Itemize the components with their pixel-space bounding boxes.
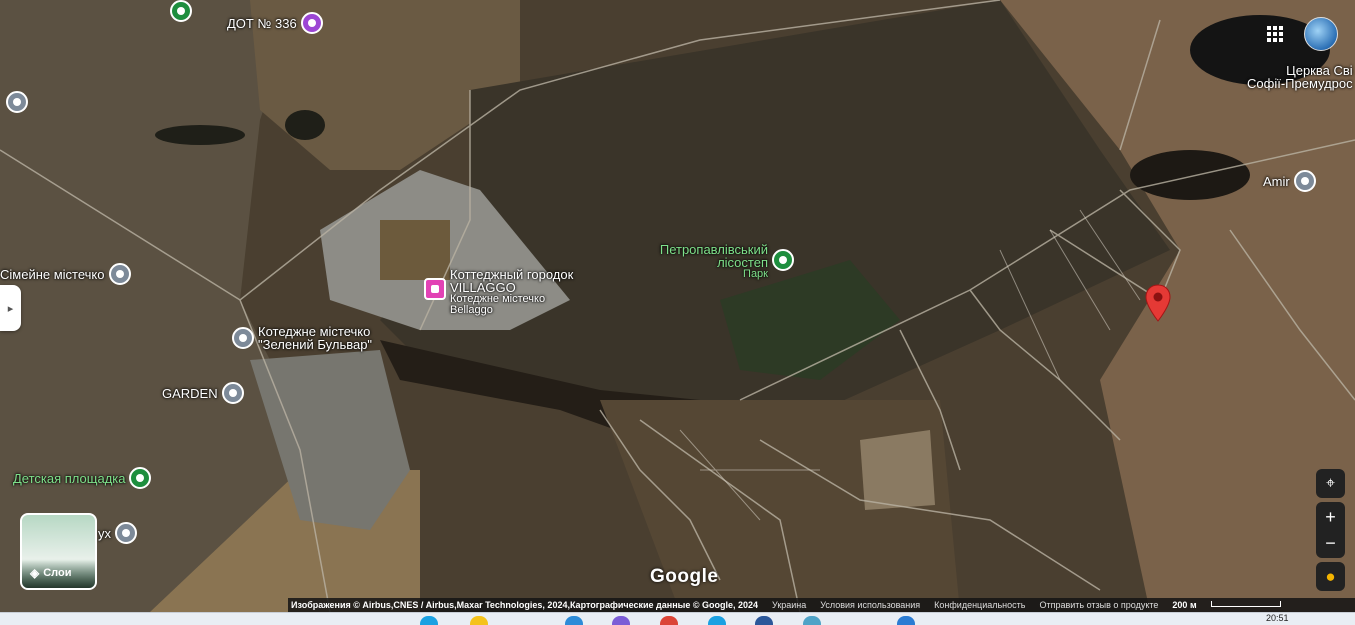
apps-grid-button[interactable] <box>1265 24 1285 44</box>
place-ploshchadka[interactable]: Детская площадка <box>13 467 152 489</box>
tree-icon <box>772 249 794 271</box>
scale-label[interactable]: 200 м <box>1172 598 1196 612</box>
tree-icon <box>129 467 152 489</box>
location-pin-icon <box>221 382 244 404</box>
place-sublabel: Котеджне містечко Bellaggo <box>450 293 546 316</box>
location-pin-icon <box>6 91 28 113</box>
taskbar-clock[interactable]: 20:51 <box>1266 613 1289 624</box>
place-park[interactable]: Петропавлівський лісостеп Парк <box>646 243 794 280</box>
scale-bar <box>1210 601 1281 607</box>
place-label: ух <box>98 525 111 541</box>
layers-icon: ◈ <box>30 566 40 580</box>
zoom-controls: + − <box>1316 502 1345 558</box>
privacy-link[interactable]: Конфиденциальность <box>934 598 1025 612</box>
place-simeyne[interactable]: Сімейне містечко <box>0 263 131 285</box>
location-pin-icon <box>108 263 131 285</box>
castle-icon <box>300 12 323 34</box>
place-sublabel: Софії-Премудрос <box>1247 76 1353 91</box>
place-tserkva[interactable]: Церква Сві Софії-Премудрос <box>1247 64 1353 90</box>
google-logo: Google <box>650 566 719 587</box>
expand-sidebar-button[interactable]: ▸ <box>0 285 21 331</box>
my-location-button[interactable]: ⌖ <box>1316 469 1345 498</box>
layers-label: Слои <box>43 567 72 579</box>
feedback-link[interactable]: Отправить отзыв о продукте <box>1039 598 1158 612</box>
location-pin-icon <box>232 327 254 349</box>
school-icon <box>115 522 137 544</box>
place-label: Сімейне містечко <box>0 266 105 282</box>
location-pin-icon <box>1293 170 1316 192</box>
tserkva-text: Церква Сві Софії-Премудрос <box>1247 64 1353 90</box>
street-view-pegman-button[interactable]: ● <box>1316 562 1345 591</box>
place-garden[interactable]: GARDEN <box>162 382 244 404</box>
account-avatar[interactable] <box>1304 17 1338 51</box>
tree-icon <box>170 0 192 22</box>
crosshair-icon: ⌖ <box>1325 474 1335 492</box>
place-label: ДОТ № 336 <box>227 15 297 31</box>
place-label: Котеджне містечко "Зелений Бульвар" <box>258 324 373 352</box>
zoom-in-button[interactable]: + <box>1325 504 1336 530</box>
terms-link[interactable]: Условия использования <box>820 598 920 612</box>
selected-location-marker[interactable] <box>1145 284 1171 322</box>
place-ukh[interactable]: ух <box>98 522 137 544</box>
place-amir[interactable]: Amir <box>1263 170 1316 192</box>
zoom-out-button[interactable]: − <box>1325 530 1336 556</box>
layers-label-row: ◈ Слои <box>30 566 72 580</box>
place-label: Коттеджный городок VILLAGGO <box>450 267 574 295</box>
chevron-right-icon: ▸ <box>7 302 14 315</box>
villaggo-text: Коттеджный городок VILLAGGO Котеджне міс… <box>450 268 580 316</box>
imagery-credit: Изображения © Airbus,CNES / Airbus,Maxar… <box>291 600 758 610</box>
hotel-icon <box>424 278 446 300</box>
place-label: GARDEN <box>162 385 218 401</box>
satellite-map[interactable]: ДОТ № 336 Коттеджный городок VILLAGGO Ко… <box>0 0 1355 612</box>
place-label: Amir <box>1263 173 1290 189</box>
park-text: Петропавлівський лісостеп Парк <box>646 243 768 280</box>
pegman-icon: ● <box>1325 566 1336 586</box>
grid-icon <box>1267 26 1283 42</box>
layers-button[interactable]: ◈ Слои <box>20 513 97 590</box>
windows-taskbar: 20:51 <box>0 612 1355 625</box>
place-sublabel: Парк <box>743 268 768 280</box>
place-villaggo[interactable]: Коттеджный городок VILLAGGO Котеджне міс… <box>424 268 580 316</box>
country-link[interactable]: Украина <box>772 598 806 612</box>
place-label: Петропавлівський лісостеп <box>659 242 768 270</box>
attribution-bar: Изображения © Airbus,CNES / Airbus,Maxar… <box>288 598 1355 612</box>
park-pin-top[interactable] <box>170 0 192 22</box>
poi-pin-left[interactable] <box>6 91 28 113</box>
place-dot336[interactable]: ДОТ № 336 <box>227 12 323 34</box>
place-zeleniy[interactable]: Котеджне містечко "Зелений Бульвар" <box>232 325 388 351</box>
place-label: Детская площадка <box>13 470 126 486</box>
